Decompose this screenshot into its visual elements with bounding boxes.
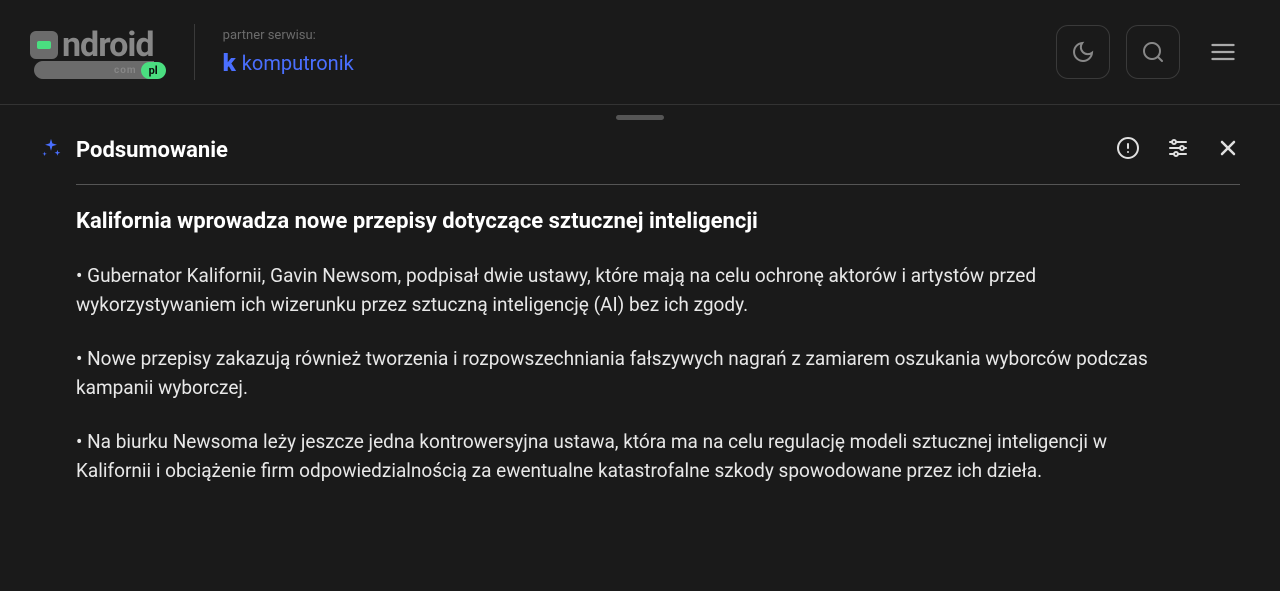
close-icon [1216,136,1240,160]
summary-panel-header: Podsumowanie [0,120,1280,184]
site-header: ndroid com pl partner serwisu: k komputr… [0,0,1280,105]
android-icon [30,31,58,59]
panel-actions [1116,136,1240,164]
summary-article: Kalifornia wprowadza nowe przepisy dotyc… [40,209,1240,485]
close-button[interactable] [1216,136,1240,164]
settings-sliders-button[interactable] [1166,136,1190,164]
logo-locale-badge: pl [141,62,166,79]
sliders-icon [1166,136,1190,160]
logo-com-tag: com [114,65,137,76]
panel-title: Podsumowanie [76,138,228,163]
summary-content: Kalifornia wprowadza nowe przepisy dotyc… [0,184,1280,485]
moon-icon [1071,40,1095,64]
info-button[interactable] [1116,136,1140,164]
logo-sub-row: com pl [34,61,166,79]
dark-mode-button[interactable] [1056,25,1110,79]
partner-name: komputronik [242,51,354,75]
partner-logo: k komputronik [223,49,354,77]
komputronik-k-icon: k [223,49,236,77]
alert-circle-icon [1116,136,1140,160]
search-button[interactable] [1126,25,1180,79]
bullet-item: • Gubernator Kalifornii, Gavin Newsom, p… [76,262,1180,319]
bullet-item: • Na biurku Newsoma leży jeszcze jedna k… [76,428,1180,485]
header-left-group: ndroid com pl partner serwisu: k komputr… [30,24,354,80]
search-icon [1141,40,1165,64]
vertical-divider [194,24,195,80]
partner-section[interactable]: partner serwisu: k komputronik [223,28,354,77]
header-right-group [1056,25,1250,79]
article-title: Kalifornia wprowadza nowe przepisy dotyc… [76,209,1180,234]
content-divider [76,184,1240,185]
site-logo[interactable]: ndroid com pl [30,25,166,79]
menu-button[interactable] [1196,25,1250,79]
logo-main-row: ndroid [30,25,153,65]
logo-wordmark: ndroid [62,25,153,65]
sparkle-icon [40,137,62,163]
partner-label: partner serwisu: [223,28,354,43]
hamburger-icon [1209,38,1237,66]
bullet-item: • Nowe przepisy zakazują również tworzen… [76,345,1180,402]
panel-title-group: Podsumowanie [40,137,228,163]
